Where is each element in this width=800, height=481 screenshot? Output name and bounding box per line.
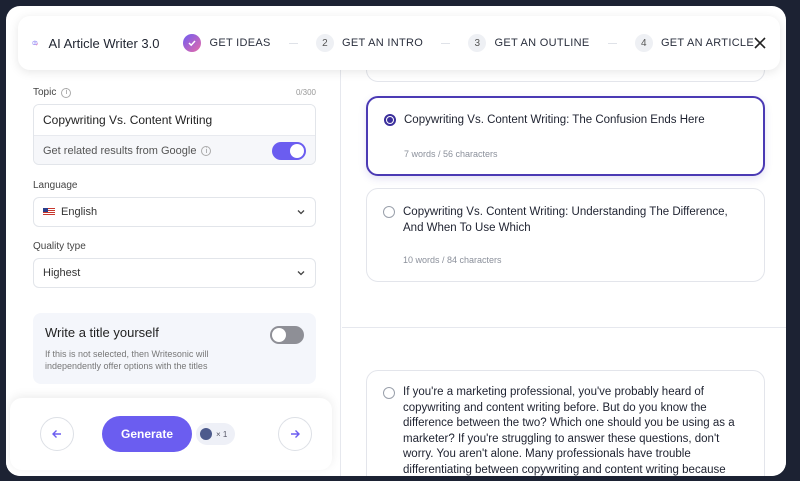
us-flag-icon — [43, 208, 55, 216]
credit-icon — [200, 428, 212, 440]
step-get-outline[interactable]: 3 GET AN OUTLINE — [468, 34, 589, 52]
step-label: GET AN OUTLINE — [494, 37, 590, 49]
step-connector — [607, 42, 617, 44]
info-icon[interactable]: i — [61, 87, 72, 98]
chevron-down-icon — [297, 210, 305, 215]
write-title-label: Write a title yourself — [45, 325, 159, 340]
title-option-card[interactable]: Copywriting Vs. Content Writing: The Con… — [366, 96, 765, 176]
ai-writer-logo-icon — [32, 40, 39, 46]
write-title-box: Write a title yourself If this is not se… — [33, 313, 316, 384]
toggle-knob — [272, 328, 286, 342]
close-button[interactable] — [754, 33, 766, 53]
title-option-card[interactable]: Copywriting Vs. Content Writing: Underst… — [366, 188, 765, 282]
close-icon — [754, 37, 766, 49]
step-connector — [288, 42, 299, 44]
intro-option-text: If you're a marketing professional, you'… — [403, 386, 735, 476]
google-results-label: Get related results from Google — [43, 145, 197, 157]
app-title: AI Article Writer 3.0 — [48, 35, 160, 51]
topic-input[interactable] — [34, 105, 315, 135]
topic-box: Get related results from Google i — [33, 104, 316, 165]
intro-option-card[interactable]: If you're a marketing professional, you'… — [366, 370, 765, 476]
write-title-description: If this is not selected, then Writesonic… — [45, 349, 209, 371]
step-number: 4 — [634, 34, 653, 52]
results-panel: Copywriting Vs. Content Writing: The Con… — [342, 50, 786, 476]
radio-selected[interactable] — [384, 114, 396, 126]
language-label: Language — [33, 180, 78, 191]
step-get-intro[interactable]: 2 GET AN INTRO — [316, 34, 423, 52]
app-window: AI Article Writer 3.0 GET IDEAS 2 GET AN… — [6, 6, 786, 476]
radio-unselected[interactable] — [383, 387, 395, 399]
arrow-right-icon — [291, 430, 300, 438]
step-label: GET AN ARTICLE — [660, 37, 754, 49]
language-select[interactable]: English — [33, 197, 316, 227]
quality-select[interactable]: Highest — [33, 258, 316, 288]
action-bar: Generate × 1 — [10, 398, 332, 470]
google-results-row: Get related results from Google i — [34, 135, 315, 164]
google-results-toggle[interactable] — [272, 142, 306, 160]
language-value: English — [61, 206, 98, 218]
step-label: GET IDEAS — [209, 37, 271, 49]
step-number: 3 — [468, 34, 487, 52]
check-icon — [183, 34, 202, 52]
title-option-meta: 10 words / 84 characters — [403, 255, 502, 265]
title-option-text: Copywriting Vs. Content Writing: Underst… — [403, 206, 728, 234]
quality-label: Quality type — [33, 241, 86, 252]
title-option-meta: 7 words / 56 characters — [404, 149, 498, 159]
title-option-text: Copywriting Vs. Content Writing: The Con… — [404, 114, 705, 126]
next-button[interactable] — [278, 417, 312, 451]
step-connector — [441, 42, 451, 44]
credit-cost: × 1 — [216, 429, 228, 439]
topic-char-counter: 0/300 — [295, 88, 316, 97]
step-number: 2 — [316, 34, 335, 52]
settings-panel: Topic i 0/300 Get related results from G… — [6, 70, 341, 476]
arrow-left-icon — [52, 430, 61, 438]
write-title-toggle[interactable] — [270, 326, 304, 344]
step-label: GET AN INTRO — [342, 37, 424, 49]
quality-value: Highest — [43, 267, 81, 279]
step-get-article[interactable]: 4 GET AN ARTICLE — [634, 34, 754, 52]
generate-button[interactable]: Generate — [102, 416, 192, 452]
section-divider — [342, 327, 786, 328]
toggle-knob — [290, 144, 304, 158]
chevron-down-icon — [297, 271, 305, 276]
radio-unselected[interactable] — [383, 206, 395, 218]
step-get-ideas[interactable]: GET IDEAS — [183, 34, 270, 52]
back-button[interactable] — [40, 417, 74, 451]
wizard-header: AI Article Writer 3.0 GET IDEAS 2 GET AN… — [18, 16, 780, 70]
topic-label-text: Topic — [33, 87, 57, 98]
credit-cost-badge: × 1 — [196, 423, 236, 445]
topic-label: Topic i — [33, 87, 72, 98]
info-icon[interactable]: i — [201, 146, 212, 156]
